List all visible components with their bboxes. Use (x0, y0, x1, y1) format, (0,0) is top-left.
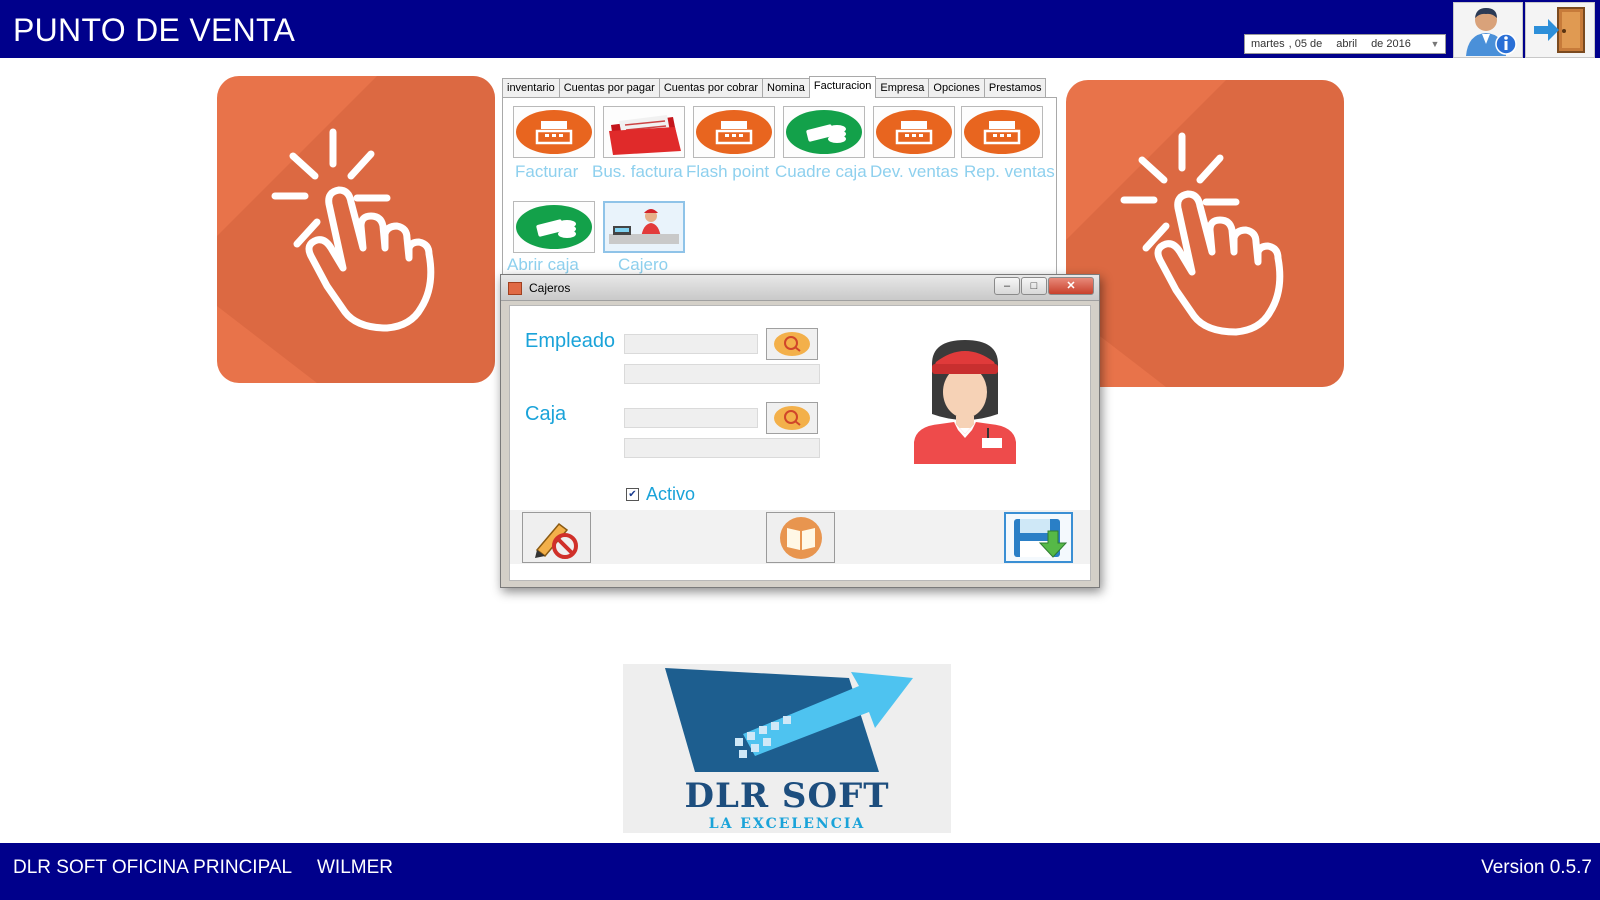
open-record-button[interactable] (766, 512, 835, 563)
dialog-title: Cajeros (529, 281, 571, 295)
date-weekday: martes (1251, 38, 1285, 50)
cancel-edit-icon (534, 522, 578, 559)
tab-cuentas-por-pagar[interactable]: Cuentas por pagar (558, 78, 660, 98)
date-picker[interactable]: martes , 05 de abril de 2016 ▼ (1244, 34, 1446, 54)
search-icon (774, 406, 810, 430)
dialog-body: Empleado Caja ✔ Activo (509, 305, 1091, 581)
close-icon[interactable]: ✕ (1048, 277, 1094, 295)
money-stack-icon (786, 110, 862, 154)
cash-register-icon (696, 110, 772, 154)
invoice-folder-icon (609, 115, 681, 155)
tab-opciones[interactable]: Opciones (928, 78, 985, 98)
activo-checkbox-row[interactable]: ✔ Activo (626, 484, 695, 505)
flash-point-label: Flash point (686, 162, 770, 181)
tab-cuentas-por-cobrar[interactable]: Cuentas por cobrar (658, 78, 763, 98)
save-floppy-icon (1013, 518, 1067, 558)
activo-label: Activo (646, 484, 696, 504)
left-touch-tile[interactable] (217, 76, 495, 383)
version-label: Version 0.5.7 (1481, 857, 1592, 878)
money-stack-icon (516, 205, 592, 249)
dlr-soft-logo: DLR SOFT LA EXCELENCIA (623, 664, 951, 833)
save-button[interactable] (1004, 512, 1073, 563)
user-info-icon (1466, 8, 1517, 56)
date-day: , 05 de (1288, 38, 1323, 50)
caja-name-field[interactable] (624, 438, 820, 458)
activo-checkbox[interactable]: ✔ (626, 488, 639, 501)
tap-hand-icon (217, 76, 495, 383)
cash-register-icon (876, 110, 952, 154)
logo-name: DLR SOFT (684, 776, 890, 816)
cash-register-icon (964, 110, 1040, 154)
app-title: PUNTO DE VENTA (13, 12, 296, 48)
maximize-icon[interactable]: □ (1021, 277, 1047, 295)
cashier-avatar-icon (914, 340, 1016, 464)
tab-inventario[interactable]: inventario (502, 78, 560, 98)
dialog-action-strip (510, 510, 1090, 564)
top-bar: PUNTO DE VENTA martes , 05 de abril de 2… (0, 0, 1600, 58)
search-icon (774, 332, 810, 356)
open-book-icon (779, 516, 822, 559)
date-month: abril (1336, 38, 1358, 50)
empleado-id-field[interactable] (624, 334, 758, 354)
logo-tagline: LA EXCELENCIA (708, 816, 866, 832)
cuadre-caja-label: Cuadre caja (775, 162, 867, 181)
empleado-name-field[interactable] (624, 364, 820, 384)
current-user: WILMER (317, 857, 393, 878)
bus-factura-label: Bus. factura (592, 162, 683, 181)
dialog-titlebar[interactable]: Cajeros – □ ✕ (501, 275, 1099, 301)
facturacion-panel: Facturar Bus. factura Flash point Cuadre… (502, 97, 1057, 277)
caja-id-field[interactable] (624, 408, 758, 428)
tab-empresa[interactable]: Empresa (875, 78, 930, 98)
tab-prestamos[interactable]: Prestamos (983, 78, 1047, 98)
logo-arrow-icon (665, 668, 913, 772)
module-tabs: inventario Cuentas por pagar Cuentas por… (502, 76, 1047, 98)
abrir-caja-label: Abrir caja (507, 255, 579, 274)
minimize-icon[interactable]: – (994, 277, 1020, 295)
dev-ventas-label: Dev. ventas (870, 162, 959, 181)
flash-point-button[interactable] (693, 106, 775, 158)
dev-ventas-button[interactable] (873, 106, 955, 158)
cash-register-icon (516, 110, 592, 154)
tab-facturacion[interactable]: Facturacion (808, 76, 877, 98)
caja-search-button[interactable] (766, 402, 818, 434)
status-bar: DLR SOFT OFICINA PRINCIPAL WILMER Versio… (0, 843, 1600, 900)
exit-door-icon (1534, 7, 1585, 53)
rep-ventas-label: Rep. ventas (964, 162, 1055, 181)
tab-nomina[interactable]: Nomina (762, 78, 810, 98)
cashier-icon (609, 209, 679, 244)
date-year: de 2016 (1371, 38, 1411, 50)
facturar-label: Facturar (515, 162, 579, 181)
app-icon (508, 282, 522, 295)
facturar-button[interactable] (513, 106, 595, 158)
rep-ventas-button[interactable] (961, 106, 1043, 158)
cancel-button[interactable] (522, 512, 591, 563)
cajero-label: Cajero (618, 255, 669, 274)
exit-button[interactable] (1525, 2, 1595, 58)
cajeros-dialog: Cajeros – □ ✕ Empleado Caja ✔ Activo (500, 274, 1100, 588)
cajero-button[interactable] (603, 201, 685, 253)
bus-factura-button[interactable] (603, 106, 685, 158)
chevron-down-icon[interactable]: ▼ (1428, 37, 1442, 51)
caja-label: Caja (525, 403, 567, 425)
tap-hand-icon (1066, 80, 1344, 387)
empleado-label: Empleado (525, 330, 616, 352)
abrir-caja-button[interactable] (513, 201, 595, 253)
empleado-search-button[interactable] (766, 328, 818, 360)
branch-name: DLR SOFT OFICINA PRINCIPAL (13, 857, 293, 878)
right-touch-tile[interactable] (1066, 80, 1344, 387)
user-info-button[interactable] (1453, 2, 1523, 58)
cuadre-caja-button[interactable] (783, 106, 865, 158)
